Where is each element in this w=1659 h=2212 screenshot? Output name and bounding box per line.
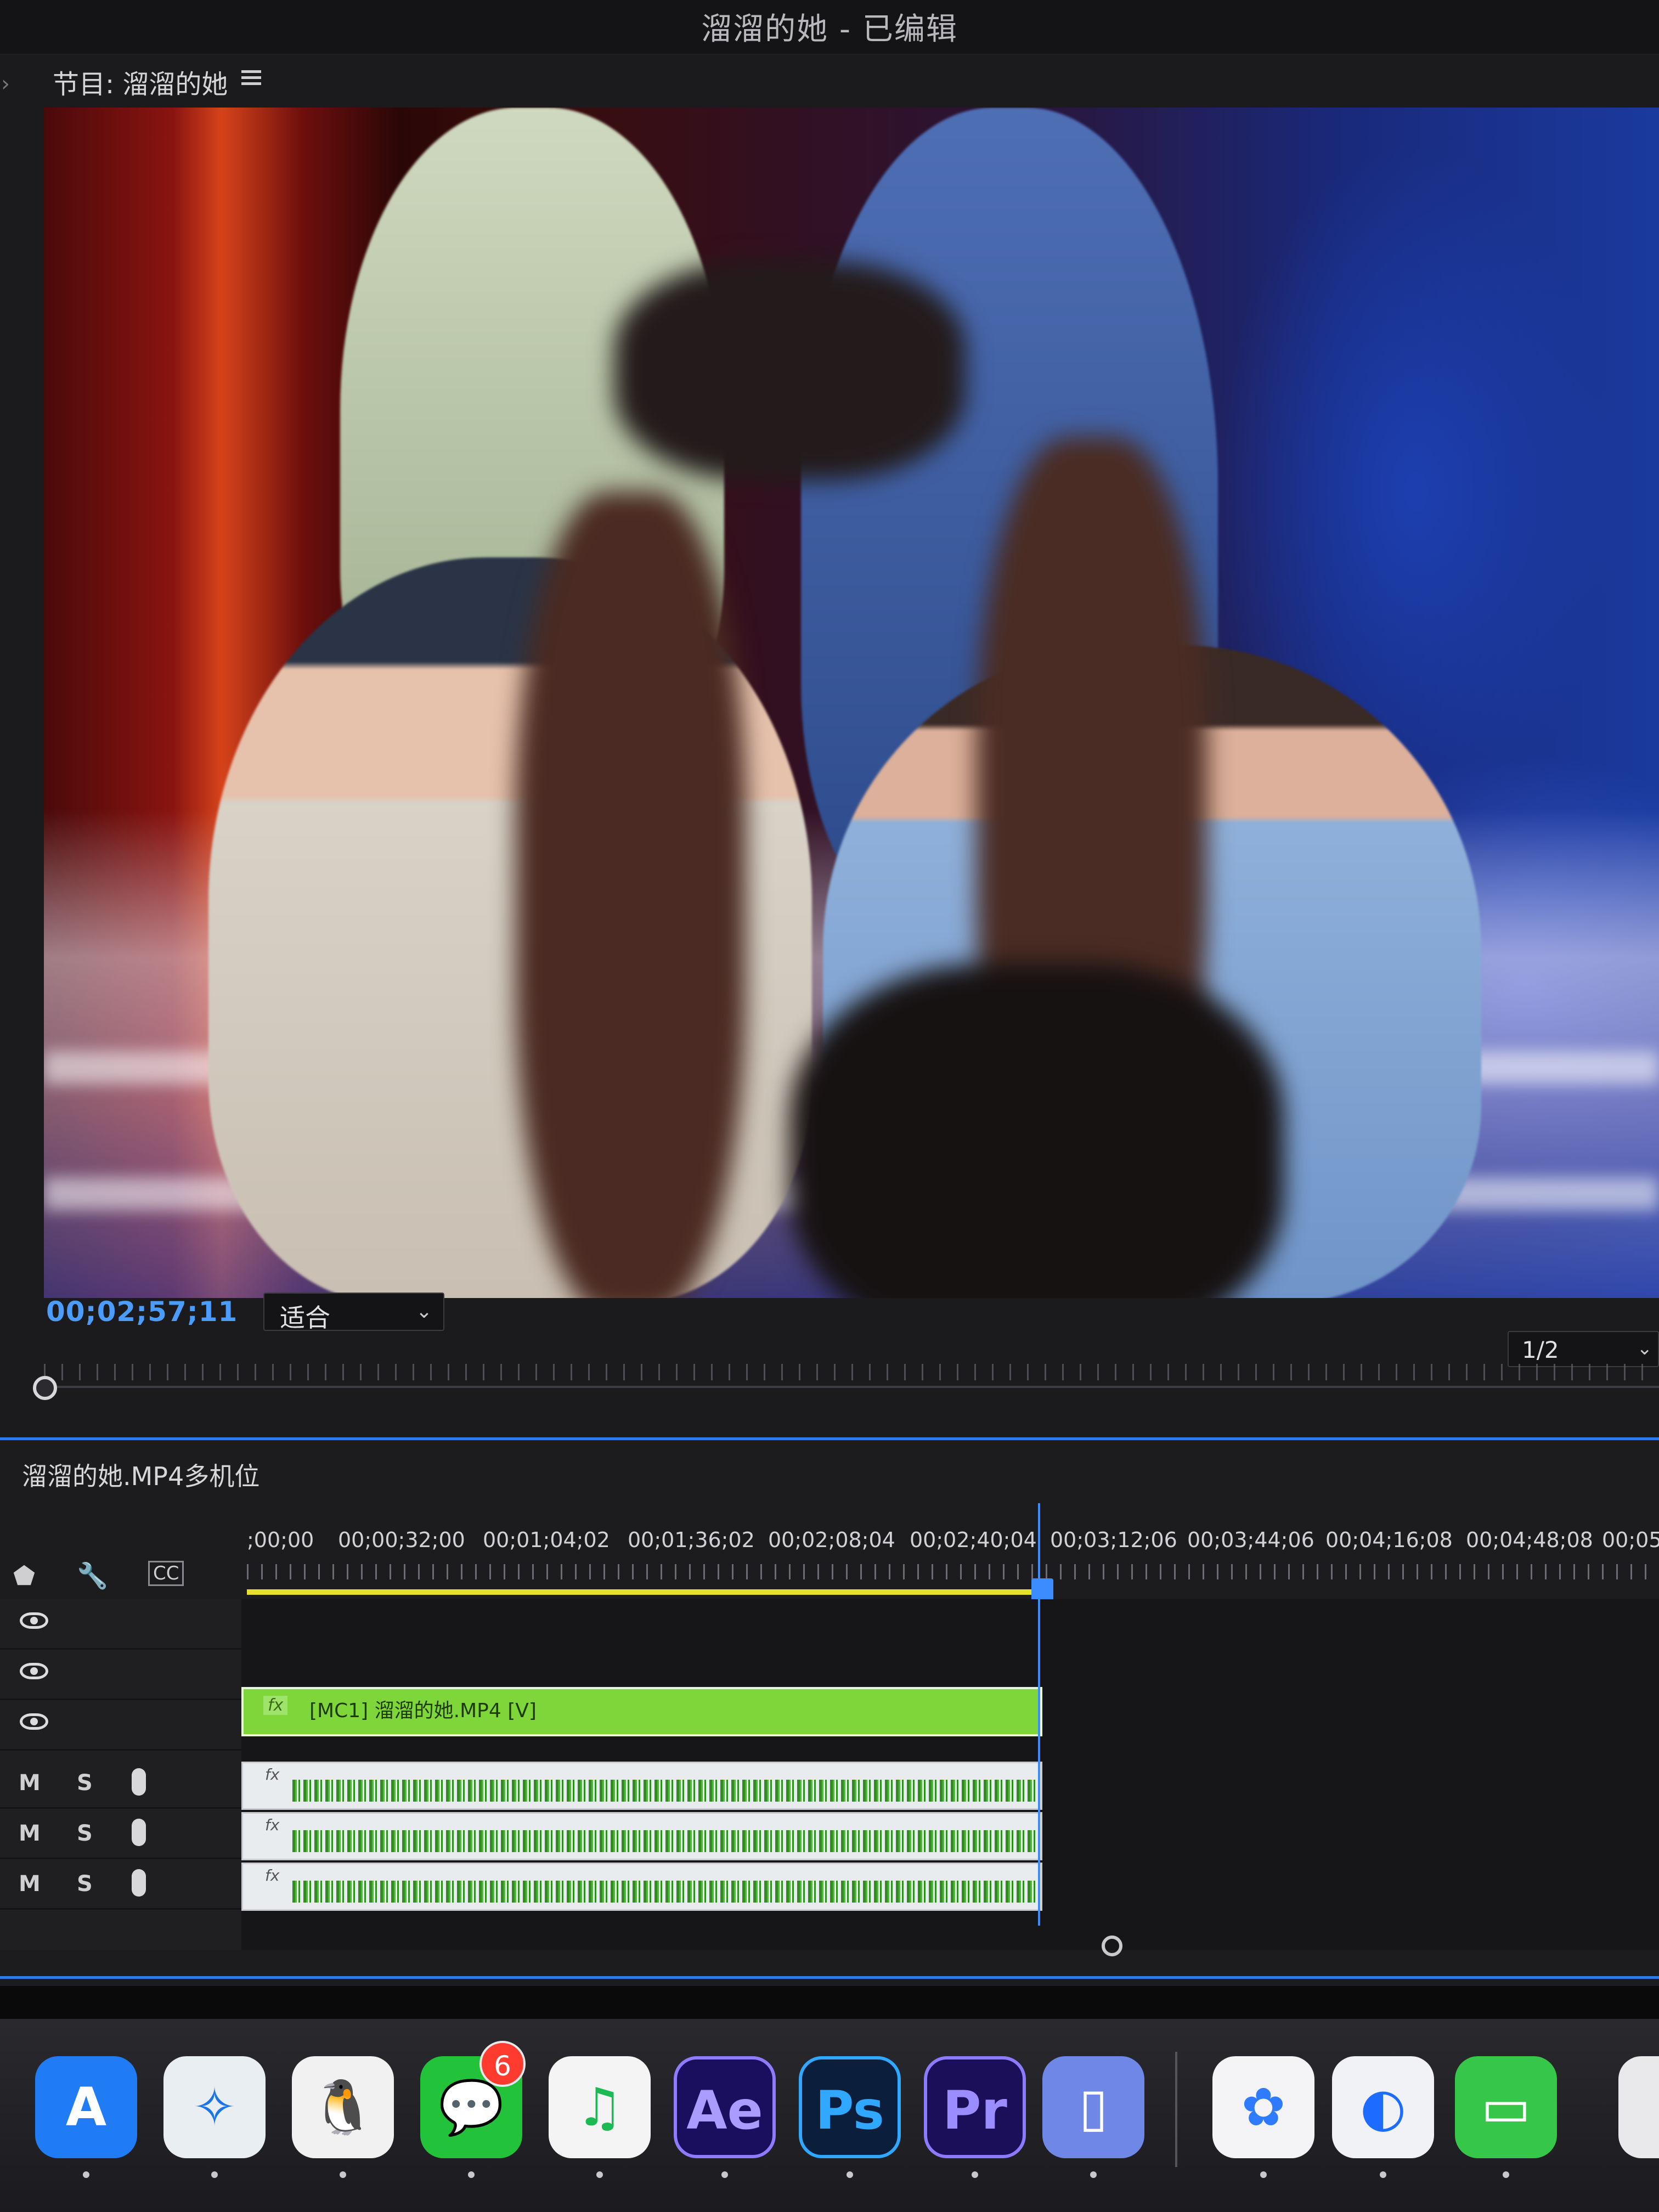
zoom-level-select[interactable]: 适合 ⌄ [263, 1293, 444, 1333]
voice-over-mic-icon[interactable] [132, 1869, 146, 1897]
track-headers: M S M S M S [0, 1599, 1659, 1950]
running-indicator [1260, 2171, 1267, 2178]
audio-waveform [292, 1780, 1039, 1802]
scrubber-track[interactable] [44, 1386, 1659, 1388]
fx-badge: fx [265, 1866, 280, 1884]
panel-menu-icon[interactable] [241, 67, 263, 89]
qq-music-icon[interactable]: ♫ [549, 2056, 651, 2158]
mute-track-button[interactable]: M [19, 1821, 41, 1846]
monitor-scrubber[interactable] [33, 1364, 1659, 1408]
voice-over-mic-icon[interactable] [132, 1819, 146, 1846]
video-preview[interactable] [44, 108, 1659, 1298]
ruler-label: 00;05; [1602, 1528, 1659, 1552]
ruler-label: 00;01;36;02 [628, 1528, 755, 1552]
ruler-label: 00;02;40;04 [910, 1528, 1037, 1552]
window-title: 溜溜的她 - 已编辑 [701, 12, 958, 47]
raised-phone [614, 261, 966, 481]
title-bar: 溜溜的她 - 已编辑 [0, 0, 1659, 55]
photoshop-icon[interactable]: Ps [799, 2056, 901, 2158]
solo-track-button[interactable]: S [77, 1770, 93, 1796]
toggle-track-output-eye-icon[interactable] [20, 1663, 48, 1679]
audio-clip[interactable]: fx [241, 1812, 1042, 1860]
solo-track-button[interactable]: S [77, 1821, 93, 1846]
video-clip-label: [MC1] 溜溜的她.MP4 [V] [309, 1700, 537, 1722]
fx-badge: fx [265, 1765, 280, 1784]
captions-icon[interactable]: CC [148, 1561, 184, 1586]
scrubber-ticks [44, 1364, 1659, 1380]
scrubber-head[interactable] [33, 1376, 57, 1400]
running-indicator [211, 2171, 218, 2178]
zoom-level-value: 适合 [280, 1303, 330, 1333]
audio-clip[interactable]: fx [241, 1863, 1042, 1911]
after-effects-icon[interactable]: Ae [674, 2056, 776, 2158]
video-clip[interactable]: fx [MC1] 溜溜的她.MP4 [V] [241, 1687, 1042, 1736]
baidu-netdisk-icon[interactable]: ✿ [1212, 2056, 1314, 2158]
phone-mirroring-icon[interactable]: ▯ [1042, 2056, 1144, 2158]
playback-resolution-value: 1/2 [1522, 1336, 1559, 1363]
add-marker-icon[interactable]: ⬟ [13, 1561, 35, 1590]
ruler-label: 00;03;12;06 [1050, 1528, 1177, 1552]
running-indicator [847, 2171, 853, 2178]
premiere-icon[interactable]: Pr [924, 2056, 1026, 2158]
fx-badge: fx [265, 1816, 280, 1834]
ruler-label: 00;01;04;02 [483, 1528, 610, 1552]
program-monitor-panel: › 节目: 溜溜的她 00;02;57;11 适合 ⌄ 1/2 ⌄ ⬟ { } … [0, 55, 1659, 1468]
audio-waveform [292, 1830, 1039, 1852]
ruler-label: ;00;00 [247, 1528, 314, 1552]
running-indicator [721, 2171, 728, 2178]
collapse-arrow-icon[interactable]: › [1, 71, 10, 97]
app-store-icon[interactable]: A [35, 2056, 137, 2158]
ruler-label: 00;02;08;04 [768, 1528, 895, 1552]
work-area-bar[interactable] [247, 1589, 1042, 1595]
fx-badge: fx [263, 1696, 288, 1715]
messages-icon[interactable]: ▭ [1455, 2056, 1557, 2158]
running-indicator [340, 2171, 346, 2178]
panel-title[interactable]: 节目: 溜溜的她 [53, 63, 228, 101]
chevron-down-icon: ⌄ [415, 1300, 432, 1323]
mute-track-button[interactable]: M [19, 1770, 41, 1796]
timeline-zoom-scroll-handle[interactable] [1102, 1936, 1122, 1956]
playhead-handle[interactable] [1031, 1578, 1053, 1600]
ruler-label: 00;03;44;06 [1187, 1528, 1314, 1552]
panel-header: › 节目: 溜溜的她 [0, 55, 1659, 101]
sequence-tab[interactable]: 溜溜的她.MP4多机位 [22, 1457, 259, 1493]
toggle-track-output-eye-icon[interactable] [20, 1713, 48, 1730]
playback-resolution-select[interactable]: 1/2 ⌄ [1508, 1331, 1659, 1367]
track-area[interactable]: fx [MC1] 溜溜的她.MP4 [V] fx fx fx [241, 1599, 1659, 1950]
timeline-settings-wrench-icon[interactable]: 🔧 [77, 1561, 108, 1591]
audio-waveform [292, 1881, 1039, 1903]
panel-divider [0, 1976, 1659, 1979]
wechat-notification-badge: 6 [479, 2041, 526, 2087]
running-indicator [1380, 2171, 1386, 2178]
running-indicator [1503, 2171, 1509, 2178]
partial-app-icon[interactable] [1618, 2056, 1659, 2158]
voice-over-mic-icon[interactable] [132, 1768, 146, 1796]
running-indicator [596, 2171, 603, 2178]
raised-arm [516, 492, 746, 1298]
ruler-label: 00;04;16;08 [1325, 1528, 1453, 1552]
solo-track-button[interactable]: S [77, 1871, 93, 1897]
audio-clip[interactable]: fx [241, 1762, 1042, 1810]
timeline-panel: 溜溜的她.MP4多机位 ⬟ 🔧 CC ;00;00 00;00;32;00 00… [0, 1437, 1659, 1986]
dock: A ✧ 🐧 💬 6 ♫ Ae Ps Pr ▯ ✿ ◐ ▭ [0, 2019, 1659, 2212]
mute-track-button[interactable]: M [19, 1871, 41, 1897]
toggle-track-output-eye-icon[interactable] [20, 1612, 48, 1629]
ruler-label: 00;04;48;08 [1466, 1528, 1593, 1552]
audience-head [790, 963, 1284, 1298]
running-indicator [468, 2171, 475, 2178]
dock-separator [1175, 2052, 1177, 2167]
playhead-line[interactable] [1038, 1503, 1040, 1926]
ruler-label: 00;00;32;00 [338, 1528, 465, 1552]
time-ruler[interactable]: ;00;00 00;00;32;00 00;01;04;02 00;01;36;… [241, 1528, 1659, 1605]
qq-icon[interactable]: 🐧 [292, 2056, 394, 2158]
running-indicator [83, 2171, 89, 2178]
browser-icon[interactable]: ◐ [1332, 2056, 1434, 2158]
ruler-ticks [247, 1564, 1659, 1579]
safari-icon[interactable]: ✧ [163, 2056, 266, 2158]
running-indicator [1090, 2171, 1097, 2178]
playhead-timecode[interactable]: 00;02;57;11 [46, 1296, 238, 1328]
running-indicator [972, 2171, 978, 2178]
chevron-down-icon: ⌄ [1637, 1338, 1653, 1359]
